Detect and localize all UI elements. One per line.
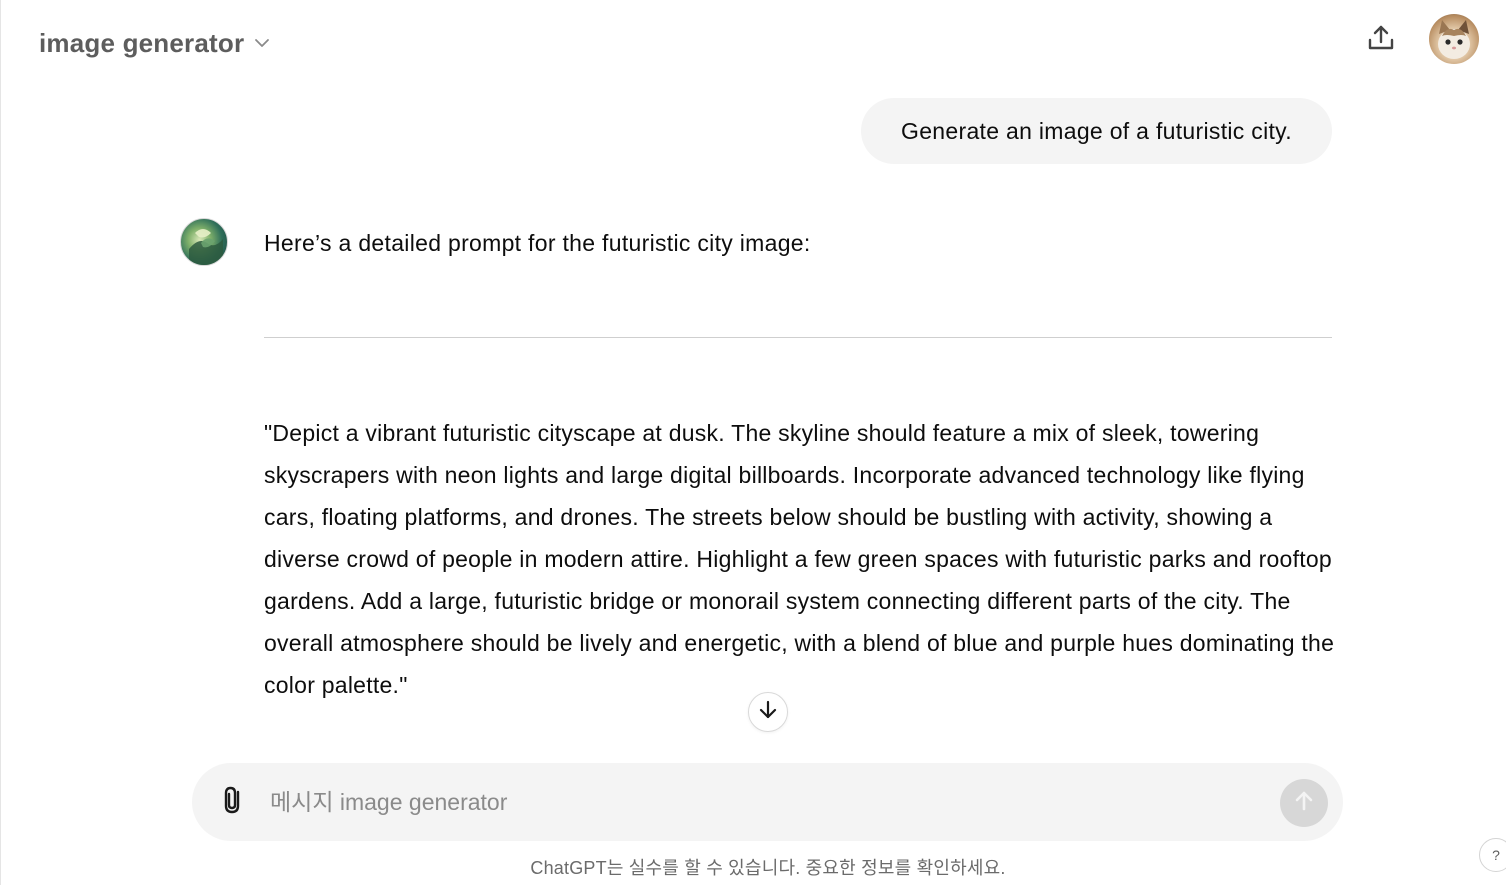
gpt-avatar-icon <box>189 229 223 265</box>
message-composer <box>192 763 1343 841</box>
chevron-down-icon <box>252 33 272 53</box>
assistant-prompt-text: "Depict a vibrant futuristic cityscape a… <box>264 420 1335 698</box>
assistant-intro-text: Here’s a detailed prompt for the futuris… <box>264 230 811 256</box>
arrow-up-icon <box>1291 788 1317 819</box>
paperclip-icon <box>220 784 248 821</box>
user-message-bubble: Generate an image of a futuristic city. <box>861 98 1332 164</box>
user-avatar[interactable] <box>1429 14 1479 64</box>
share-upload-icon <box>1366 23 1396 58</box>
chat-page: image generator Generate an image of a f… <box>0 0 1506 885</box>
model-title: image generator <box>39 27 245 58</box>
cat-face-icon <box>1438 20 1470 59</box>
attach-button[interactable] <box>214 782 254 822</box>
share-button[interactable] <box>1359 18 1403 62</box>
model-selector[interactable]: image generator <box>37 24 274 62</box>
assistant-avatar <box>180 218 228 266</box>
message-input[interactable] <box>270 779 1270 825</box>
arrow-down-icon <box>757 699 779 726</box>
scroll-to-bottom-button[interactable] <box>748 692 788 732</box>
help-label: ? <box>1492 847 1500 863</box>
user-message-text: Generate an image of a futuristic city. <box>901 117 1292 144</box>
header: image generator <box>1 0 1506 84</box>
disclaimer-text: ChatGPT는 실수를 할 수 있습니다. 중요한 정보를 확인하세요. <box>530 858 1006 878</box>
send-button[interactable] <box>1280 779 1328 827</box>
message-divider <box>264 337 1332 338</box>
help-button[interactable]: ? <box>1479 838 1506 872</box>
